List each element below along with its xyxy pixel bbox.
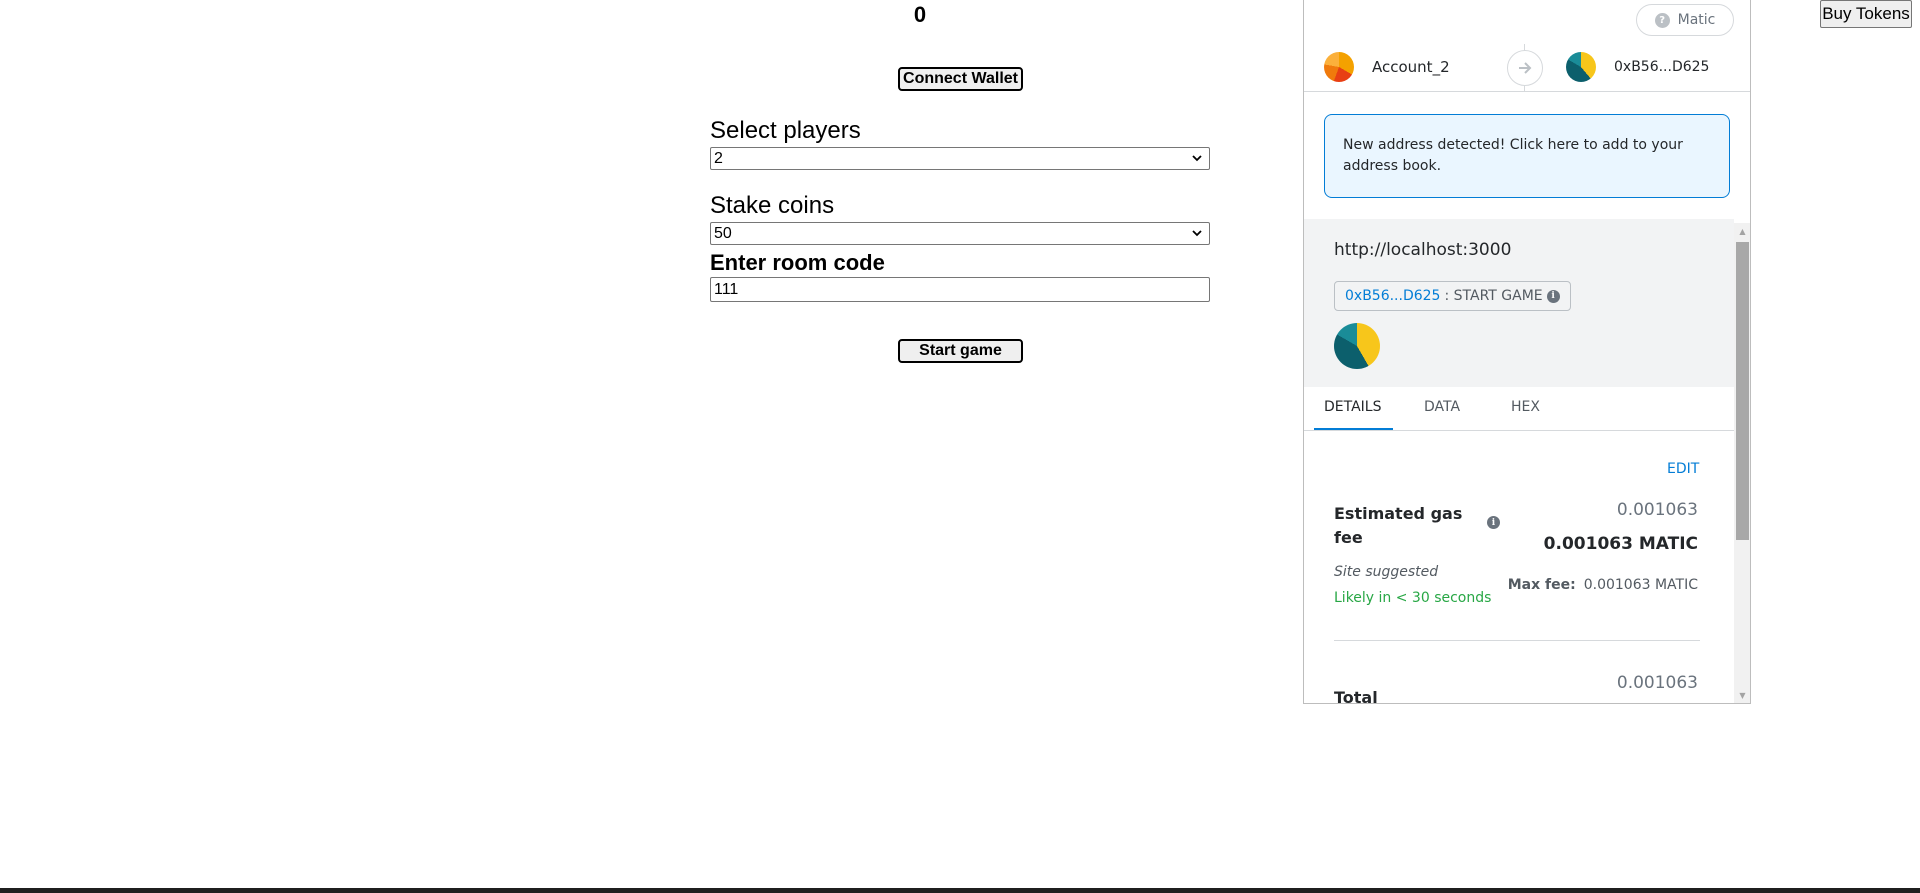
- max-fee-value: 0.001063 MATIC: [1583, 577, 1698, 593]
- tab-hex[interactable]: HEX: [1511, 399, 1540, 415]
- max-fee-label: Max fee:: [1507, 577, 1576, 593]
- start-game-button[interactable]: Start game: [898, 339, 1023, 363]
- taskbar: [0, 888, 1920, 893]
- network-pill[interactable]: ? Matic: [1636, 4, 1734, 36]
- chevron-down-icon: [1192, 230, 1202, 237]
- sender-recipient-bar: Account_2 0xB56...D625: [1304, 44, 1750, 92]
- room-code-input[interactable]: [710, 277, 1210, 302]
- chevron-down-icon: [1192, 155, 1202, 162]
- recipient-avatar: [1566, 52, 1596, 82]
- players-select[interactable]: 2: [710, 147, 1210, 170]
- network-unknown-icon: ?: [1654, 12, 1670, 28]
- scrollbar-thumb[interactable]: [1736, 242, 1749, 540]
- new-address-notice[interactable]: New address detected! Click here to add …: [1324, 114, 1730, 198]
- sender-avatar: [1324, 52, 1354, 82]
- room-code-label: Enter room code: [710, 250, 885, 275]
- scroll-up-arrow-icon[interactable]: ▲: [1734, 223, 1750, 240]
- estimated-gas-fee-label: Estimated gas fee: [1334, 504, 1463, 547]
- origin-url: http://localhost:3000: [1334, 240, 1512, 260]
- buy-tokens-button[interactable]: Buy Tokens: [1820, 0, 1912, 28]
- origin-section: http://localhost:3000 0xB56...D625 : STA…: [1304, 219, 1734, 387]
- method-name: : START GAME: [1444, 288, 1543, 304]
- divider: [1334, 640, 1700, 641]
- gas-info-icon[interactable]: i: [1487, 516, 1500, 529]
- arrow-right-icon: [1507, 50, 1543, 86]
- total-label: Total: [1334, 688, 1378, 704]
- scrollbar[interactable]: ▲ ▼: [1734, 223, 1750, 703]
- edit-gas-button[interactable]: EDIT: [1667, 461, 1699, 477]
- scroll-down-arrow-icon[interactable]: ▼: [1734, 687, 1750, 703]
- tab-data[interactable]: DATA: [1424, 399, 1460, 415]
- stake-select[interactable]: 50: [710, 222, 1210, 245]
- network-name: Matic: [1677, 12, 1716, 28]
- metamask-confirm-popup: ? Matic Account_2 0xB56...D625 New addre…: [1303, 0, 1751, 704]
- gas-timing-estimate: Likely in < 30 seconds: [1334, 590, 1492, 606]
- tab-details[interactable]: DETAILS: [1324, 399, 1381, 415]
- connect-wallet-button[interactable]: Connect Wallet: [898, 67, 1023, 91]
- info-icon[interactable]: i: [1546, 289, 1560, 303]
- total-fiat: 0.001063: [1616, 673, 1698, 693]
- stake-select-value: 50: [714, 225, 732, 242]
- select-players-label: Select players: [710, 117, 861, 144]
- contract-avatar: [1334, 323, 1380, 369]
- sender-account-name: Account_2: [1372, 58, 1450, 76]
- stake-coins-label: Stake coins: [710, 192, 835, 219]
- site-suggested-label: Site suggested: [1334, 564, 1439, 580]
- active-tab-indicator: [1314, 428, 1393, 430]
- recipient-address[interactable]: 0xB56...D625: [1614, 59, 1709, 75]
- coin-balance: 0: [913, 2, 927, 27]
- detail-tabs: DETAILS DATA HEX: [1304, 387, 1734, 431]
- contract-address-link[interactable]: 0xB56...D625: [1345, 288, 1440, 304]
- gas-fee-native: 0.001063 MATIC: [1543, 534, 1698, 554]
- players-select-value: 2: [714, 150, 723, 167]
- gas-fee-fiat: 0.001063: [1616, 500, 1698, 520]
- method-chip: 0xB56...D625 : START GAME i: [1334, 281, 1571, 311]
- max-fee: Max fee: 0.001063 MATIC: [1508, 577, 1698, 593]
